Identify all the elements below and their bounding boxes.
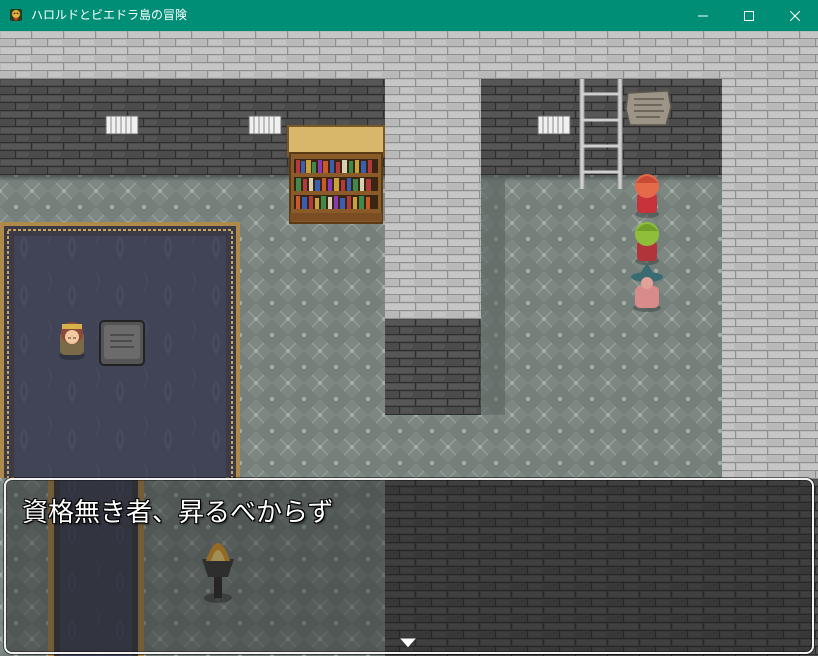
maximize-icon <box>744 10 754 21</box>
close-icon <box>790 10 800 21</box>
game-window: ハロルドとビエドラ島の冒険 資格無き者、昇るべからず <box>0 0 818 656</box>
down-arrow-icon[interactable] <box>398 637 418 649</box>
window-title: ハロルドとビエドラ島の冒険 <box>31 8 188 22</box>
party-hero-red-hair[interactable] <box>635 174 659 218</box>
minimize-icon <box>698 15 708 16</box>
party-member-green-hair[interactable] <box>635 222 659 265</box>
close-button[interactable] <box>772 0 818 31</box>
game-app-icon <box>10 9 22 21</box>
title-bar[interactable]: ハロルドとビエドラ島の冒険 <box>0 0 818 31</box>
upper-wall-ledge <box>0 31 818 79</box>
maximize-button[interactable] <box>726 0 772 31</box>
stone-tablet[interactable] <box>99 320 145 366</box>
message-window[interactable]: 資格無き者、昇るべからず <box>4 478 814 654</box>
minimize-button[interactable] <box>680 0 726 31</box>
bookshelf[interactable] <box>287 125 385 224</box>
npc-sage[interactable] <box>59 322 85 360</box>
game-viewport[interactable]: 資格無き者、昇るべからず <box>0 31 818 656</box>
message-text: 資格無き者、昇るべからず <box>22 498 334 528</box>
engraved-stone-plaque[interactable] <box>625 90 672 126</box>
